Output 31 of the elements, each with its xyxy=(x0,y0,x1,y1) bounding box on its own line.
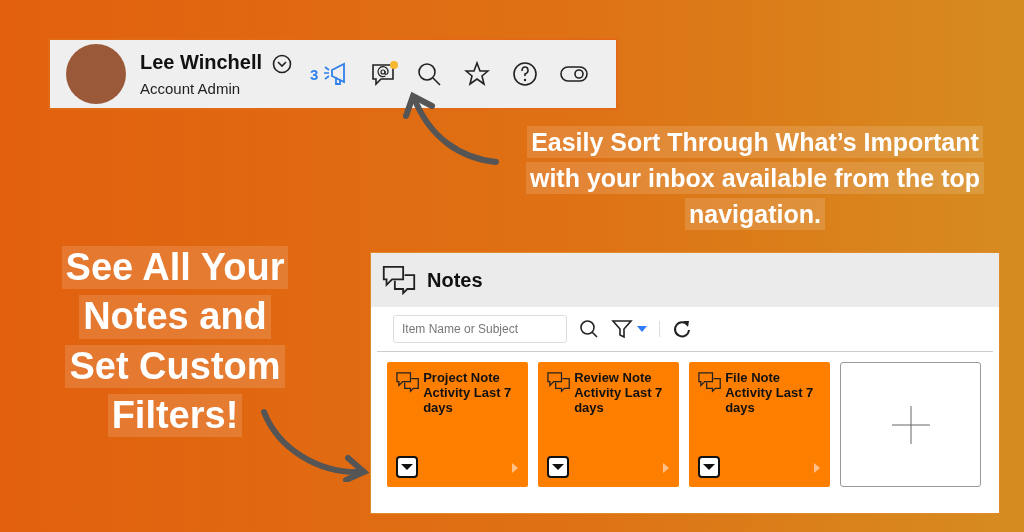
search-field[interactable]: Item Name or Subject xyxy=(393,315,567,343)
dropdown-icon[interactable] xyxy=(396,456,418,478)
user-name: Lee Winchell xyxy=(140,51,263,74)
avatar-placeholder xyxy=(66,44,126,104)
chat-bubbles-icon xyxy=(546,370,572,394)
note-card[interactable]: Project Note Activity Last 7 days xyxy=(387,362,528,487)
chat-bubbles-icon xyxy=(381,264,417,296)
refresh-icon[interactable] xyxy=(672,319,692,339)
user-role: Account Admin xyxy=(140,80,242,97)
note-card[interactable]: Review Note Activity Last 7 days xyxy=(538,362,679,487)
card-title: Review Note Activity Last 7 days xyxy=(574,370,664,415)
dropdown-icon[interactable] xyxy=(698,456,720,478)
card-title: File Note Activity Last 7 days xyxy=(725,370,815,415)
panel-title: Notes xyxy=(427,268,483,292)
chat-bubbles-icon xyxy=(697,370,723,394)
inbox-icon[interactable] xyxy=(370,60,399,88)
search-icon[interactable] xyxy=(579,319,599,339)
announcement-count: 3 xyxy=(310,65,319,83)
chat-bubbles-icon xyxy=(395,370,421,394)
caret-icon[interactable] xyxy=(637,325,647,333)
plus-icon xyxy=(891,405,930,444)
card-title: Project Note Activity Last 7 days xyxy=(423,370,513,415)
note-card[interactable]: File Note Activity Last 7 days xyxy=(689,362,830,487)
chevron-down-icon[interactable] xyxy=(272,54,293,74)
help-icon[interactable] xyxy=(512,61,539,87)
toggle-icon[interactable] xyxy=(560,65,589,83)
add-card[interactable] xyxy=(840,362,981,487)
filter-icon[interactable] xyxy=(611,319,633,339)
star-icon[interactable] xyxy=(464,61,491,87)
dropdown-icon[interactable] xyxy=(547,456,569,478)
search-icon[interactable] xyxy=(416,61,443,87)
